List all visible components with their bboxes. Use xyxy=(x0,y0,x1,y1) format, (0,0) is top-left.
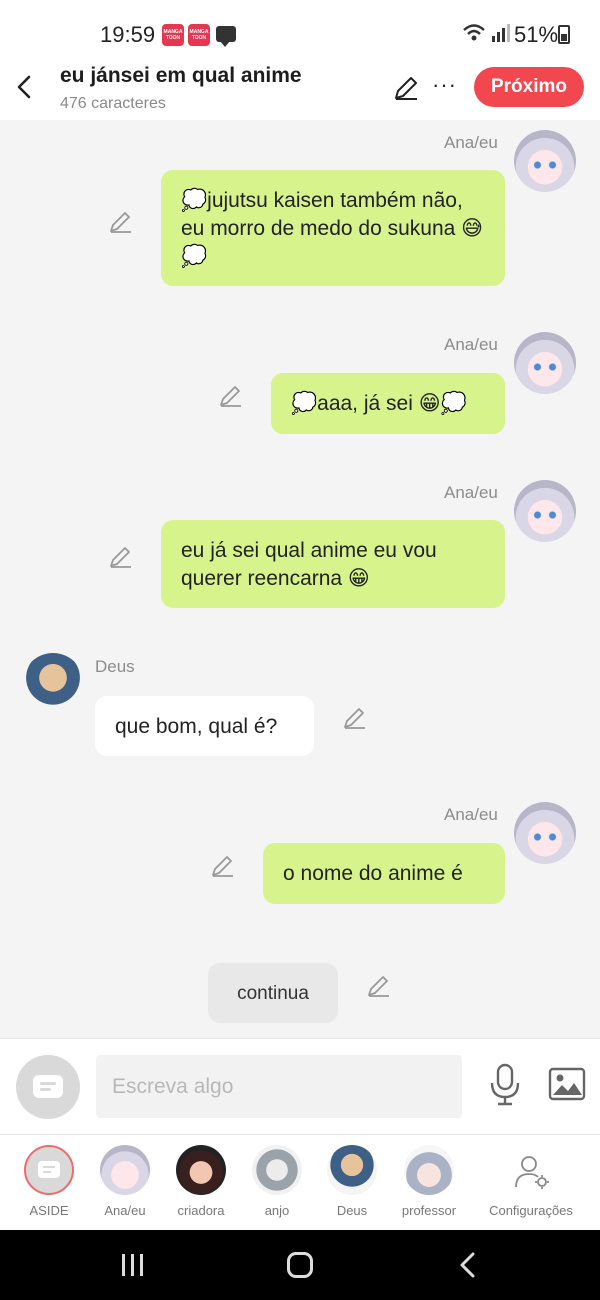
avatar[interactable] xyxy=(514,332,576,394)
avatar[interactable] xyxy=(22,653,84,715)
battery-percent: 51% xyxy=(514,22,559,47)
back-icon[interactable] xyxy=(458,1252,478,1278)
sender-name: Ana/eu xyxy=(444,335,498,354)
chat-story-editor: 19:59 MANGA TOON MANGA TOON 51% eu jánse… xyxy=(0,0,600,1300)
pencil-edit-icon[interactable] xyxy=(342,705,368,731)
back-arrow-icon[interactable] xyxy=(10,72,40,102)
story-title[interactable]: eu jánsei em qual anime xyxy=(60,64,302,88)
status-bar: 19:59 MANGA TOON MANGA TOON 51% xyxy=(0,0,600,62)
message-bubble[interactable]: 💭jujutsu kaisen também não, eu morro de … xyxy=(161,170,505,286)
aside-icon xyxy=(24,1145,74,1195)
user-settings-icon xyxy=(515,1156,549,1189)
pencil-edit-icon[interactable] xyxy=(366,973,392,999)
avatar[interactable] xyxy=(514,802,576,864)
chat-thread: Ana/eu 💭jujutsu kaisen também não, eu mo… xyxy=(0,120,600,1038)
message-composer xyxy=(0,1038,600,1134)
message-bubble[interactable]: eu já sei qual anime eu vou querer reenc… xyxy=(161,520,505,608)
recent-apps-icon[interactable] xyxy=(120,1254,146,1276)
pencil-edit-icon[interactable] xyxy=(392,74,420,102)
message-bubble[interactable]: o nome do anime é xyxy=(263,843,505,904)
character-selector: ASIDE Ana/eu criadora anjo Deus professo… xyxy=(0,1134,600,1230)
status-time: 19:59 xyxy=(100,22,156,47)
sender-name: Deus xyxy=(95,657,135,676)
message-bubble[interactable]: 💭aaa, já sei 😁💭 xyxy=(271,373,505,434)
avatar xyxy=(176,1145,226,1195)
character-label: Configurações xyxy=(489,1203,573,1218)
sender-name: Ana/eu xyxy=(444,483,498,502)
character-professor[interactable]: professor xyxy=(384,1145,474,1229)
pencil-edit-icon[interactable] xyxy=(218,383,244,409)
pencil-edit-icon[interactable] xyxy=(210,853,236,879)
avatar xyxy=(404,1145,454,1195)
aside-icon xyxy=(33,1075,63,1098)
pencil-edit-icon[interactable] xyxy=(108,544,134,570)
character-label: professor xyxy=(401,1203,457,1218)
sender-name: Ana/eu xyxy=(444,133,498,152)
character-settings[interactable]: Configurações xyxy=(486,1145,576,1229)
next-button[interactable]: Próximo xyxy=(474,67,584,107)
character-count: 476 caracteres xyxy=(60,95,166,112)
avatar xyxy=(252,1145,302,1195)
microphone-icon[interactable] xyxy=(488,1063,522,1107)
sender-name: Ana/eu xyxy=(444,805,498,824)
home-icon[interactable] xyxy=(287,1252,313,1278)
mangatoon-notification-icon: MANGA TOON xyxy=(188,24,210,46)
avatar[interactable] xyxy=(514,480,576,542)
battery-icon xyxy=(558,25,570,44)
narration-bubble[interactable]: continua xyxy=(208,963,338,1023)
system-navigation-bar xyxy=(0,1230,600,1300)
avatar[interactable] xyxy=(514,130,576,192)
aside-toggle-button[interactable] xyxy=(16,1055,80,1119)
avatar xyxy=(100,1145,150,1195)
more-options-icon[interactable]: ··· xyxy=(432,72,457,98)
message-input[interactable] xyxy=(96,1055,462,1118)
mangatoon-notification-icon: MANGA TOON xyxy=(162,24,184,46)
wifi-signal-icon xyxy=(463,24,510,42)
story-header: eu jánsei em qual anime 476 caracteres ·… xyxy=(0,62,600,120)
image-upload-icon[interactable] xyxy=(548,1067,586,1101)
message-bubble[interactable]: que bom, qual é? xyxy=(95,696,314,756)
avatar xyxy=(327,1145,377,1195)
pencil-edit-icon[interactable] xyxy=(108,209,134,235)
message-notification-icon xyxy=(216,26,236,47)
